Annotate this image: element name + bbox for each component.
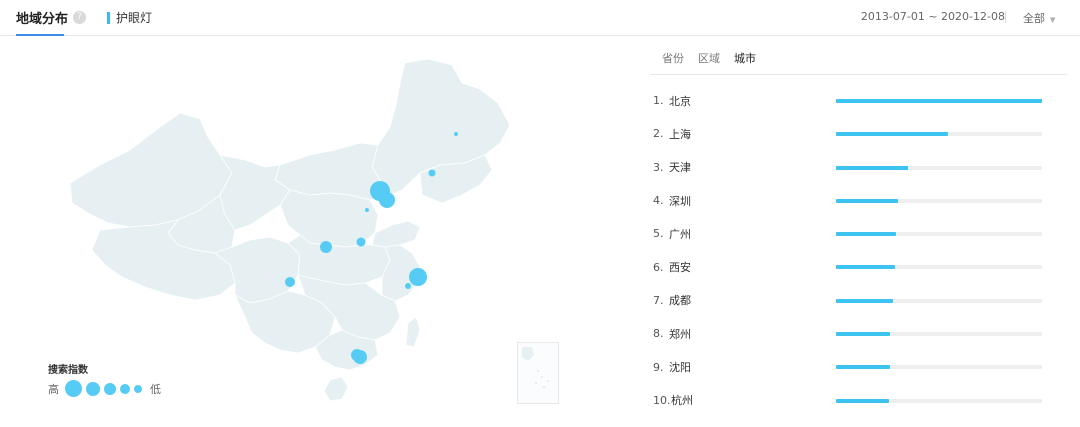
- rank-number: 2.: [653, 127, 664, 141]
- bubble-hangzhou[interactable]: [405, 283, 411, 289]
- rank-number: 9.: [653, 360, 664, 374]
- legend-dot-xl: [65, 380, 82, 397]
- bubble-shenyang[interactable]: [428, 169, 436, 177]
- list-item[interactable]: 8. 郑州: [653, 317, 1045, 350]
- tab-area[interactable]: 区域: [698, 50, 720, 66]
- list-item[interactable]: 9. 沈阳: [653, 350, 1045, 383]
- index-bar-fill: [836, 165, 909, 170]
- legend-high-label: 高: [48, 382, 59, 396]
- south-china-sea-inset: [517, 342, 559, 404]
- bubble-guangzhou[interactable]: [351, 349, 363, 361]
- index-bar-fill: [836, 132, 949, 137]
- legend-dot-xs: [134, 384, 142, 393]
- city-name: 成都: [669, 294, 691, 308]
- city-name: 上海: [669, 127, 691, 141]
- city-name: 沈阳: [669, 361, 691, 375]
- legend-title: 搜索指数: [48, 365, 88, 376]
- map-regions: [69, 58, 511, 402]
- index-bar-track: [836, 365, 1042, 370]
- bubble-tianjin[interactable]: [379, 192, 395, 208]
- bubble-shanghai[interactable]: [409, 268, 427, 286]
- list-item[interactable]: 6. 西安: [653, 250, 1045, 283]
- index-bar-fill: [836, 298, 893, 303]
- legend-dot-l: [86, 381, 100, 396]
- list-divider: [650, 74, 1067, 75]
- list-item[interactable]: 1. 北京: [653, 84, 1045, 117]
- china-map-svg: [69, 58, 511, 402]
- index-bar-fill: [836, 99, 1042, 103]
- index-bar-track: [836, 232, 1042, 237]
- city-name: 北京: [669, 94, 691, 108]
- index-bar-track: [836, 332, 1042, 337]
- header-divider: [1005, 11, 1006, 23]
- help-icon[interactable]: ?: [73, 11, 87, 24]
- city-name: 广州: [669, 227, 691, 241]
- index-bar-fill: [836, 365, 890, 370]
- legend-dot-m: [104, 382, 116, 395]
- list-item[interactable]: 7. 成都: [653, 284, 1045, 317]
- legend-low-label: 低: [150, 382, 161, 396]
- map-legend: 搜索指数 高 低: [48, 361, 161, 397]
- inset-map-svg: [522, 347, 549, 388]
- bubble-zhengzhou[interactable]: [356, 237, 366, 247]
- tab-region-distribution[interactable]: 地域分布 ?: [16, 8, 87, 36]
- rank-number: 6.: [653, 260, 664, 274]
- index-bar-track: [836, 398, 1042, 403]
- rank-number: 1.: [653, 94, 664, 108]
- keyword-color-marker: [107, 11, 110, 24]
- index-bar-track: [836, 132, 1042, 137]
- header-bar: 地域分布 ? 护眼灯 2013-07-01 ~ 2020-12-08 全部 ▼: [0, 0, 1080, 36]
- list-item[interactable]: 3. 天津: [653, 151, 1045, 184]
- bubble-harbin[interactable]: [454, 132, 458, 136]
- china-map[interactable]: [60, 55, 560, 410]
- legend-scale: 高 低: [48, 380, 161, 397]
- keyword-label: 护眼灯: [107, 9, 152, 26]
- rank-number: 10.: [653, 393, 671, 407]
- bubble-chengdu[interactable]: [285, 277, 295, 287]
- index-bar-track: [836, 99, 1042, 103]
- city-name: 郑州: [669, 327, 691, 341]
- bubble-shijiazhuang[interactable]: [365, 208, 369, 212]
- region-select-value: 全部: [1023, 12, 1045, 25]
- city-name: 杭州: [671, 394, 693, 408]
- region-select[interactable]: 全部 ▼: [1023, 10, 1055, 26]
- rank-number: 3.: [653, 160, 664, 174]
- bubble-xian[interactable]: [320, 241, 332, 253]
- rank-number: 8.: [653, 327, 664, 341]
- list-item[interactable]: 2. 上海: [653, 117, 1045, 150]
- index-bar-fill: [836, 332, 890, 337]
- tab-province[interactable]: 省份: [662, 50, 684, 66]
- city-name: 西安: [669, 261, 691, 275]
- tab-label: 地域分布: [16, 12, 69, 27]
- rank-number: 4.: [653, 194, 664, 208]
- list-item[interactable]: 5. 广州: [653, 217, 1045, 250]
- index-bar-track: [836, 298, 1042, 303]
- index-bar-fill: [836, 265, 895, 270]
- tab-active-indicator: [16, 34, 64, 36]
- index-bar-track: [836, 165, 1042, 170]
- date-range[interactable]: 2013-07-01 ~ 2020-12-08: [861, 10, 1005, 23]
- city-name: 深圳: [669, 194, 691, 208]
- keyword-text: 护眼灯: [116, 11, 153, 25]
- list-item[interactable]: 4. 深圳: [653, 184, 1045, 217]
- index-bar-fill: [836, 398, 889, 403]
- index-bar-fill: [836, 198, 898, 203]
- rank-number: 5.: [653, 227, 664, 241]
- ranking-list: 1. 北京 2. 上海 3. 天津 4. 深圳 5. 广州 6. 西安 7. 成都 8. 郑州 9. 沈阳 10. 杭…: [653, 84, 1045, 417]
- list-item[interactable]: 10. 杭州: [653, 384, 1045, 417]
- legend-dot-s: [120, 383, 130, 394]
- city-name: 天津: [669, 161, 691, 175]
- index-bar-fill: [836, 232, 896, 237]
- chevron-down-icon: ▼: [1050, 16, 1056, 24]
- region-type-tabs: 省份 区域 城市: [662, 50, 756, 66]
- rank-number: 7.: [653, 293, 664, 307]
- tab-city[interactable]: 城市: [734, 50, 756, 66]
- index-bar-track: [836, 198, 1042, 203]
- index-bar-track: [836, 265, 1042, 270]
